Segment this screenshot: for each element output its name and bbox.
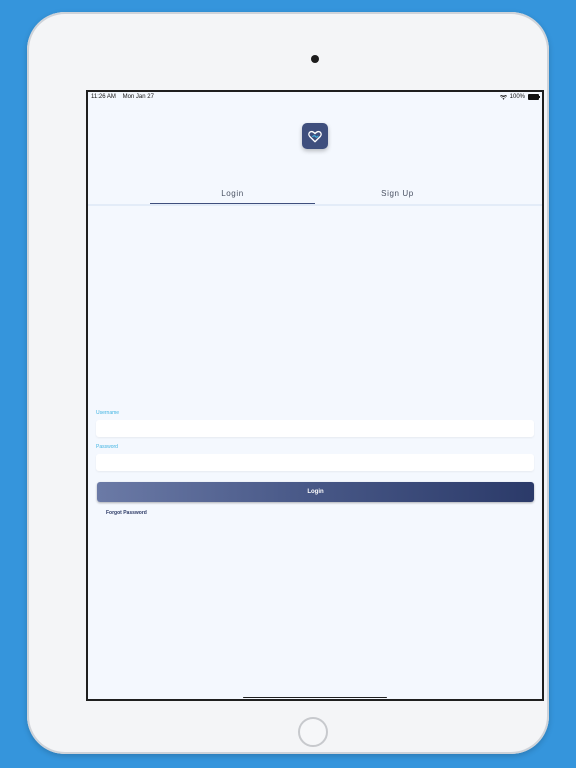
status-left: 11:26 AM Mon Jan 27 bbox=[91, 94, 154, 100]
screen: 11:26 AM Mon Jan 27 100% Login Sign Up U… bbox=[86, 90, 544, 701]
tablet-device: 11:26 AM Mon Jan 27 100% Login Sign Up U… bbox=[27, 12, 549, 754]
app-logo bbox=[302, 123, 328, 149]
battery-percent: 100% bbox=[509, 94, 525, 100]
status-bar: 11:26 AM Mon Jan 27 100% bbox=[88, 92, 542, 102]
home-indicator[interactable] bbox=[243, 697, 387, 698]
status-time: 11:26 AM bbox=[91, 94, 116, 100]
status-right: 100% bbox=[499, 94, 540, 100]
home-button[interactable] bbox=[298, 717, 328, 747]
forgot-password-link[interactable]: Forgot Password bbox=[106, 510, 147, 516]
username-label: Username bbox=[96, 410, 120, 416]
heart-logo-icon bbox=[308, 130, 322, 142]
app-screen: 11:26 AM Mon Jan 27 100% Login Sign Up U… bbox=[88, 92, 542, 699]
tab-login[interactable]: Login bbox=[150, 184, 315, 204]
auth-tabs: Login Sign Up bbox=[88, 184, 542, 206]
battery-level bbox=[529, 95, 538, 99]
front-camera bbox=[311, 55, 319, 63]
password-label: Password bbox=[96, 444, 118, 450]
wifi-icon bbox=[499, 94, 507, 100]
status-date: Mon Jan 27 bbox=[122, 94, 154, 100]
username-input[interactable] bbox=[96, 420, 534, 437]
login-button[interactable]: Login bbox=[97, 482, 534, 502]
password-input[interactable] bbox=[96, 454, 534, 471]
tab-sign-up[interactable]: Sign Up bbox=[315, 184, 480, 203]
battery-icon bbox=[528, 94, 540, 100]
